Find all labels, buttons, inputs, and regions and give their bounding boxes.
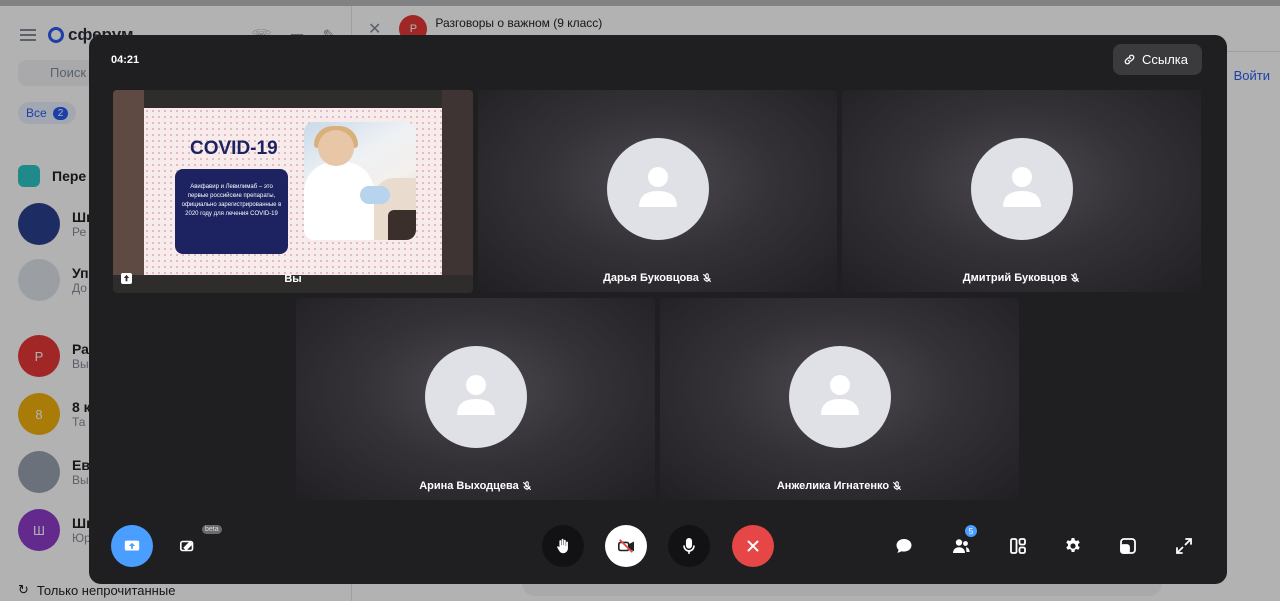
expand-icon: [1176, 538, 1192, 554]
slide-photo: [304, 122, 416, 240]
participant-name-row: Арина Выходцева: [296, 480, 655, 492]
slide-text-box: Авифавир и Левилимаб – это первые россий…: [175, 169, 288, 254]
camera-off-icon: [617, 539, 635, 553]
photo-face: [318, 130, 354, 166]
layout-button[interactable]: [1004, 532, 1032, 560]
participants-icon: [953, 539, 970, 553]
user-placeholder-icon: [820, 375, 859, 415]
minimize-window-icon: [1120, 538, 1136, 554]
camera-toggle-button[interactable]: [605, 525, 647, 567]
mic-muted-icon: [1071, 273, 1080, 283]
share-screen-icon: [124, 540, 140, 551]
microphone-toggle-button[interactable]: [668, 525, 710, 567]
avatar: [970, 138, 1073, 240]
settings-button[interactable]: [1059, 532, 1087, 560]
close-icon: [747, 540, 759, 552]
microphone-icon: [683, 537, 695, 555]
whiteboard-icon: [179, 540, 194, 552]
user-placeholder-icon: [638, 167, 677, 207]
mic-muted-icon: [702, 273, 712, 283]
screen-share-button[interactable]: [111, 525, 153, 567]
photo-shadow: [388, 210, 416, 240]
mic-muted-icon: [893, 481, 902, 491]
participant-tile[interactable]: Дарья Буковцова: [478, 90, 837, 292]
copy-link-button[interactable]: Ссылка: [1112, 44, 1202, 75]
participants-button[interactable]: 5: [947, 524, 978, 560]
gear-icon: [1066, 538, 1080, 552]
slide-side-right: [442, 90, 473, 275]
picture-in-picture-button[interactable]: [1114, 532, 1142, 560]
end-call-button[interactable]: [732, 525, 774, 567]
participant-name: Арина Выходцева: [419, 480, 519, 492]
shared-slide: COVID-19 Авифавир и Левилимаб – это перв…: [144, 108, 442, 275]
avatar: [424, 346, 527, 448]
mic-muted-icon: [522, 481, 531, 491]
participant-name: Дарья Буковцова: [603, 272, 699, 284]
participant-name-row: Анжелика Игнатенко: [660, 480, 1019, 492]
screen-share-tile[interactable]: COVID-19 Авифавир и Левилимаб – это перв…: [113, 90, 473, 293]
video-call-window: 04:21 Ссылка COVID-19 Авифавир и Левилим…: [89, 35, 1227, 584]
copy-link-label: Ссылка: [1141, 52, 1188, 67]
grid-layout-icon: [1010, 538, 1026, 554]
screen-share-owner: Вы: [284, 273, 302, 285]
chat-button[interactable]: [890, 532, 918, 560]
raise-hand-button[interactable]: [542, 525, 584, 567]
link-icon: [1124, 54, 1135, 65]
participant-name: Анжелика Игнатенко: [776, 480, 890, 492]
participant-name-row: Дмитрий Буковцов: [842, 272, 1201, 284]
chat-bubble-icon: [896, 539, 912, 553]
participant-tile[interactable]: Арина Выходцева: [296, 298, 655, 500]
avatar: [788, 346, 891, 448]
fullscreen-button[interactable]: [1170, 532, 1198, 560]
slide-title: COVID-19: [190, 138, 278, 159]
participant-tile[interactable]: Дмитрий Буковцов: [842, 90, 1201, 292]
user-placeholder-icon: [456, 375, 495, 415]
avatar: [606, 138, 709, 240]
user-placeholder-icon: [1002, 167, 1041, 207]
call-timer: 04:21: [111, 54, 140, 66]
hand-icon: [557, 538, 568, 554]
participant-name: Дмитрий Буковцов: [962, 272, 1068, 284]
participants-count-badge: 5: [964, 524, 978, 538]
slide-side-left: [113, 90, 144, 275]
participant-tile[interactable]: Анжелика Игнатенко: [660, 298, 1019, 500]
beta-badge: beta: [202, 525, 222, 534]
photo-glove: [360, 186, 390, 204]
participant-name-row: Дарья Буковцова: [478, 272, 837, 284]
